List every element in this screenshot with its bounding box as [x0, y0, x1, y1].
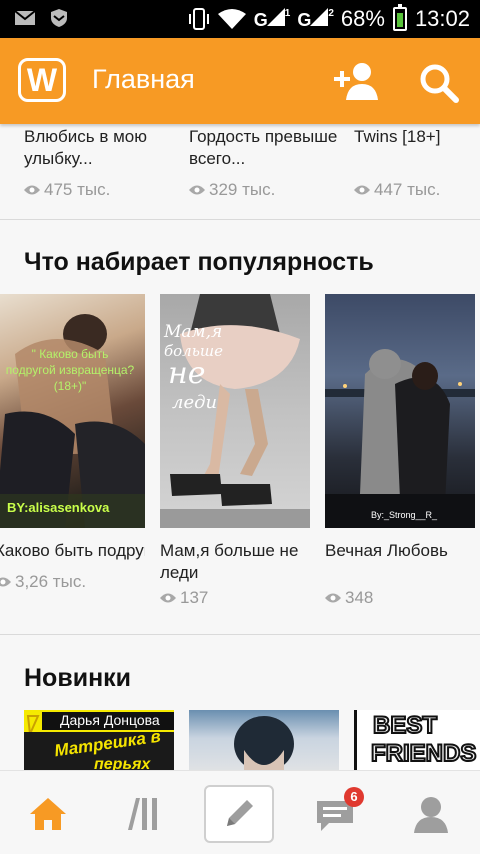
- story-title: Каково быть подругой...: [0, 541, 145, 560]
- story-title: Влюбись в мою улыбку...: [24, 127, 147, 168]
- views-count: 137: [180, 588, 209, 607]
- nav-home-button[interactable]: [13, 785, 83, 843]
- page-title: Главная: [92, 64, 195, 94]
- sim-1-label: 1: [284, 7, 290, 19]
- signal-2-label: G: [297, 9, 311, 30]
- cover-caption: " Каково быть подругой извращенца? (18+)…: [5, 347, 135, 393]
- logo-letter: W: [26, 62, 58, 98]
- story-views: 447 тыс.: [354, 180, 480, 200]
- nav-profile-button[interactable]: [396, 785, 466, 843]
- story-views: 137: [160, 588, 310, 608]
- nav-write-button[interactable]: [204, 785, 274, 843]
- story-cover: Мам,я больше не леди: [160, 294, 310, 528]
- nav-messages-button[interactable]: 6: [300, 785, 370, 843]
- eye-icon: [160, 593, 176, 603]
- eye-icon: [354, 185, 370, 195]
- eye-icon: [325, 593, 341, 603]
- cover-title-line2: FRIENDS: [370, 739, 477, 768]
- reading-list-row: Влюбись в мою улыбку... 475 тыс. Гордост…: [0, 124, 480, 219]
- signal-1-label: G: [253, 9, 268, 30]
- views-count: 447 тыс.: [374, 180, 441, 199]
- wifi-icon: [217, 9, 246, 29]
- app-bar: W Главная: [0, 38, 480, 124]
- wattpad-logo[interactable]: W: [18, 58, 66, 102]
- story-card[interactable]: " Каково быть подругой извращенца? (18+)…: [0, 294, 145, 592]
- cover-author: BY:alisasenkova: [7, 500, 110, 515]
- status-right-icons: G1 G2 68% 13:02: [188, 0, 470, 38]
- story-views: 475 тыс.: [24, 180, 174, 200]
- story-title: Мам,я больше не леди: [160, 541, 299, 582]
- cover-title-line1: BEST: [372, 711, 438, 740]
- new-story-cover[interactable]: BEST FRIENDS: [354, 710, 480, 770]
- section-title-popular: Что набирает популярность: [24, 248, 374, 276]
- status-left-icons: [14, 8, 68, 28]
- views-count: 348: [345, 588, 374, 607]
- bottom-nav: 6: [0, 770, 480, 854]
- cover-caption-line4: леди: [172, 392, 218, 413]
- sim-2-label: 2: [328, 7, 333, 19]
- section-divider: [0, 634, 480, 635]
- vibrate-icon: [188, 8, 209, 30]
- views-count: 329 тыс.: [209, 180, 276, 199]
- section-divider: [0, 219, 480, 220]
- story-card[interactable]: Гордость превыше всего... 329 тыс.: [189, 124, 339, 200]
- section-title-new: Новинки: [24, 664, 132, 692]
- views-count: 3,26 тыс.: [15, 572, 87, 591]
- signal-2: G2: [297, 7, 334, 31]
- views-count: 475 тыс.: [44, 180, 111, 199]
- notification-badge: 6: [344, 787, 364, 807]
- home-icon: [30, 798, 66, 830]
- shield-icon: [51, 9, 67, 27]
- signal-2-bars-icon: [310, 7, 329, 26]
- mail-icon: [14, 10, 36, 25]
- new-story-cover[interactable]: [189, 710, 339, 770]
- signal-1: G1: [253, 7, 290, 31]
- new-story-cover[interactable]: Дарья Донцова Матрешка в перьях: [24, 710, 174, 770]
- battery-icon: [392, 4, 407, 31]
- signal-1-bars-icon: [266, 7, 285, 26]
- battery-percent: 68%: [340, 6, 385, 31]
- add-user-icon: [334, 63, 378, 100]
- status-bar: G1 G2 68% 13:02: [0, 0, 480, 38]
- story-cover: By:_Strong__R_: [325, 294, 475, 528]
- story-title: Twins [18+]: [354, 127, 441, 146]
- screen: G1 G2 68% 13:02 W Главная Влюбись в мою …: [0, 0, 480, 854]
- cover-illustration: [234, 716, 294, 770]
- story-views: 348: [325, 588, 475, 608]
- cover-caption-line1: Мам,я: [164, 322, 223, 342]
- cover-title-line2: перьях: [94, 756, 151, 770]
- library-icon: [128, 798, 157, 830]
- story-views: 329 тыс.: [189, 180, 339, 200]
- search-button[interactable]: [418, 62, 460, 104]
- story-cover: " Каково быть подругой извращенца? (18+)…: [0, 294, 145, 528]
- profile-icon: [414, 797, 448, 833]
- story-card[interactable]: Влюбись в мою улыбку... 475 тыс.: [24, 124, 174, 200]
- story-card[interactable]: By:_Strong__R_ Вечная Любовь 348: [325, 294, 475, 608]
- nav-library-button[interactable]: [109, 785, 179, 843]
- cover-caption-line3: не: [168, 356, 206, 391]
- cover-illustration: [0, 314, 145, 528]
- story-title: Вечная Любовь: [325, 541, 448, 560]
- search-icon: [420, 64, 459, 103]
- story-title: Гордость превыше всего...: [189, 127, 338, 168]
- story-card[interactable]: Мам,я больше не леди Мам,я больше не лед…: [160, 294, 310, 608]
- home-feed[interactable]: Влюбись в мою улыбку... 475 тыс. Гордост…: [0, 124, 480, 770]
- eye-icon: [24, 185, 40, 195]
- story-card[interactable]: Twins [18+] 447 тыс.: [354, 124, 480, 200]
- clock: 13:02: [414, 6, 470, 31]
- add-friend-button[interactable]: [334, 62, 380, 102]
- pencil-icon: [227, 800, 253, 826]
- eye-icon: [0, 577, 11, 587]
- story-views: 3,26 тыс.: [0, 572, 145, 592]
- cover-illustration: [325, 349, 475, 528]
- cover-author: By:_Strong__R_: [371, 510, 438, 520]
- cover-author: Дарья Донцова: [60, 712, 160, 728]
- eye-icon: [189, 185, 205, 195]
